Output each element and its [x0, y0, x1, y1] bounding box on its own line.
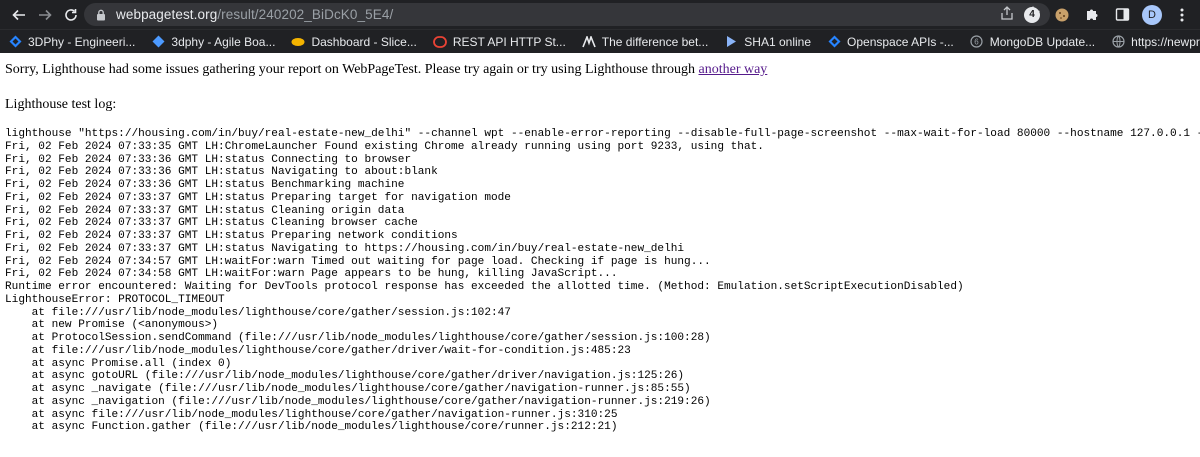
log-line: at async file:///usr/lib/node_modules/li… [5, 408, 618, 421]
cookie-icon [1055, 8, 1069, 21]
kebab-menu-icon [1180, 8, 1184, 21]
error-message-text: Sorry, Lighthouse had some issues gather… [5, 62, 699, 77]
error-message: Sorry, Lighthouse had some issues gather… [5, 62, 1200, 78]
arrow-left-icon [12, 9, 25, 20]
log-line: Fri, 02 Feb 2024 07:33:37 GMT LH:status … [5, 217, 418, 230]
bookmark-label: REST API HTTP St... [452, 34, 566, 49]
medium-icon [582, 35, 596, 49]
lighthouse-log: lighthouse "https://housing.com/in/buy/r… [5, 128, 1200, 434]
log-title: Lighthouse test log: [5, 97, 117, 112]
bookmark-label: SHA1 online [744, 34, 812, 49]
slice-icon [291, 35, 305, 49]
jira-diamond-icon [151, 35, 165, 49]
log-line: Fri, 02 Feb 2024 07:33:36 GMT LH:status … [5, 179, 405, 191]
bookmark-label: Openspace APIs -... [847, 34, 954, 49]
profile-button[interactable]: D [1142, 4, 1162, 25]
log-line: LighthouseError: PROTOCOL_TIMEOUT [5, 293, 225, 306]
log-line: Fri, 02 Feb 2024 07:33:35 GMT LH:ChromeL… [5, 140, 764, 153]
url-text[interactable]: webpagetest.org/result/240202_BiDcK0_5E4… [116, 7, 393, 22]
bookmark-item[interactable]: Dashboard - Slice... [291, 34, 417, 49]
log-line: Runtime error encountered: Waiting for D… [5, 281, 964, 293]
log-line: at file:///usr/lib/node_modules/lighthou… [5, 306, 511, 319]
bookmark-item[interactable]: 3dphy - Agile Boa... [151, 35, 275, 49]
cookie-extension-button[interactable] [1052, 5, 1072, 25]
url-path: /result/240202_BiDcK0_5E4/ [217, 7, 394, 22]
side-panel-button[interactable] [1112, 5, 1132, 25]
bookmark-label: Dashboard - Slice... [311, 34, 417, 49]
log-line: at async Promise.all (index 0) [5, 357, 232, 370]
bookmark-item[interactable]: REST API HTTP St... [432, 34, 566, 49]
extension-badge-button[interactable]: 4 [1022, 5, 1042, 25]
page-content: Sorry, Lighthouse had some issues gather… [0, 62, 1200, 434]
svg-text:6: 6 [975, 38, 980, 47]
bookmark-item[interactable]: Openspace APIs -... [827, 35, 954, 49]
menu-button[interactable] [1172, 5, 1192, 25]
arrow-right-icon [39, 9, 52, 20]
reload-button[interactable] [58, 2, 84, 28]
back-button[interactable] [6, 2, 32, 28]
browser-toolbar: webpagetest.org/result/240202_BiDcK0_5E4… [0, 0, 1200, 29]
sha1-icon [724, 35, 738, 49]
jira-icon [827, 35, 841, 49]
log-line: Fri, 02 Feb 2024 07:33:37 GMT LH:status … [5, 204, 405, 217]
log-line: lighthouse "https://housing.com/in/buy/r… [5, 128, 1200, 140]
log-line: at file:///usr/lib/node_modules/lighthou… [5, 344, 631, 357]
log-line: Fri, 02 Feb 2024 07:34:58 GMT LH:waitFor… [5, 268, 618, 281]
extension-badge-icon: 4 [1024, 6, 1040, 23]
log-line: at new Promise (<anonymous>) [5, 319, 219, 332]
log-line: at ProtocolSession.sendCommand (file:///… [5, 332, 711, 344]
log-line: Fri, 02 Feb 2024 07:33:36 GMT LH:status … [5, 166, 438, 179]
share-icon[interactable] [1000, 6, 1014, 25]
address-bar[interactable]: webpagetest.org/result/240202_BiDcK0_5E4… [84, 3, 1050, 26]
bookmark-item[interactable]: 3DPhy - Engineeri... [8, 35, 135, 49]
bookmarks-bar: 3DPhy - Engineeri... 3dphy - Agile Boa...… [0, 29, 1200, 53]
jira-icon [8, 35, 22, 49]
forward-button[interactable] [32, 2, 58, 28]
bookmark-item[interactable]: The difference bet... [582, 34, 709, 49]
log-line: Fri, 02 Feb 2024 07:33:36 GMT LH:status … [5, 153, 412, 166]
url-host: webpagetest.org [116, 7, 218, 22]
mongodb-icon: 6 [970, 35, 984, 49]
puzzle-icon [1086, 9, 1097, 20]
bookmark-label: The difference bet... [601, 34, 709, 49]
side-panel-icon [1115, 8, 1129, 21]
bookmark-item[interactable]: SHA1 online [724, 35, 811, 49]
log-line: at async _navigate (file:///usr/lib/node… [5, 383, 691, 395]
bookmark-label: https://newproject... [1131, 34, 1200, 49]
log-line: at async Function.gather (file:///usr/li… [5, 421, 618, 434]
another-way-link[interactable]: another way [699, 62, 768, 77]
log-line: at async _navigation (file:///usr/lib/no… [5, 395, 711, 408]
log-line: at async gotoURL (file:///usr/lib/node_m… [5, 370, 685, 383]
bookmark-label: 3DPhy - Engineeri... [28, 34, 136, 49]
log-line: Fri, 02 Feb 2024 07:33:37 GMT LH:status … [5, 230, 458, 242]
log-line: Fri, 02 Feb 2024 07:34:57 GMT LH:waitFor… [5, 255, 711, 268]
globe-icon [1111, 35, 1125, 49]
log-line: Fri, 02 Feb 2024 07:33:37 GMT LH:status … [5, 191, 511, 204]
bookmark-item[interactable]: 6 MongoDB Update... [970, 35, 1095, 49]
lock-icon[interactable] [94, 8, 108, 22]
bookmark-label: 3dphy - Agile Boa... [171, 34, 276, 49]
log-line: Fri, 02 Feb 2024 07:33:37 GMT LH:status … [5, 242, 685, 255]
rest-icon [432, 35, 447, 49]
extensions-button[interactable] [1082, 5, 1102, 25]
avatar-icon: D [1142, 4, 1162, 25]
bookmark-label: MongoDB Update... [989, 34, 1096, 49]
reload-icon [65, 8, 77, 21]
bookmark-item[interactable]: https://newproject... [1111, 35, 1200, 49]
